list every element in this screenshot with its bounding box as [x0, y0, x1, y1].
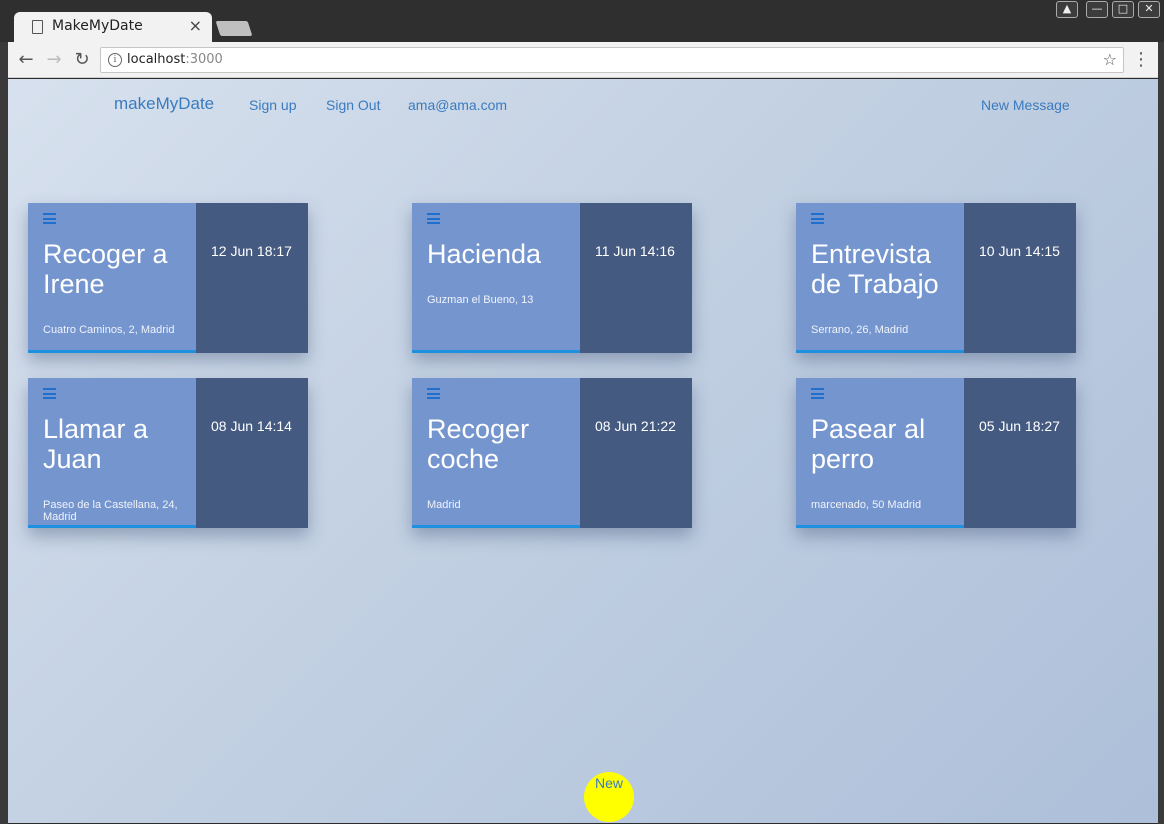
card-title: Recoger coche — [427, 414, 530, 474]
card-side: 12 Jun 18:17 — [196, 203, 308, 353]
card-date: 11 Jun 14:16 — [595, 243, 675, 259]
card-date: 10 Jun 14:15 — [979, 243, 1060, 259]
card-main: Recoger a Irene Cuatro Caminos, 2, Madri… — [28, 203, 196, 353]
bookmark-star-icon[interactable]: ☆ — [1103, 50, 1117, 69]
url-text: localhost:3000 — [127, 52, 223, 67]
address-bar[interactable]: i localhost:3000 ☆ — [100, 47, 1124, 73]
menu-icon[interactable] — [811, 388, 824, 399]
card-date: 08 Jun 14:14 — [211, 418, 292, 434]
card-main: Llamar a Juan Paseo de la Castellana, 24… — [28, 378, 196, 528]
sign-up-link[interactable]: Sign up — [249, 97, 296, 113]
card-accent-bar — [796, 525, 964, 528]
window-border — [1158, 42, 1164, 824]
date-card[interactable]: Pasear al perro marcenado, 50 Madrid 05 … — [796, 378, 1076, 528]
menu-icon[interactable] — [811, 213, 824, 224]
person-icon[interactable]: ▲ — [1056, 1, 1078, 18]
user-email-link[interactable]: ama@ama.com — [408, 97, 507, 113]
date-card[interactable]: Llamar a Juan Paseo de la Castellana, 24… — [28, 378, 308, 528]
info-icon[interactable]: i — [108, 53, 122, 67]
browser-toolbar: ← → ↻ i localhost:3000 ☆ ⋮ — [8, 42, 1158, 78]
card-accent-bar — [796, 350, 964, 353]
menu-icon[interactable] — [43, 213, 56, 224]
menu-icon[interactable] — [427, 388, 440, 399]
card-address: Madrid — [427, 499, 461, 511]
new-message-link[interactable]: New Message — [981, 97, 1070, 113]
forward-icon[interactable]: → — [42, 48, 66, 72]
menu-icon[interactable] — [43, 388, 56, 399]
browser-menu-icon[interactable]: ⋮ — [1132, 48, 1150, 72]
card-date: 05 Jun 18:27 — [979, 418, 1060, 434]
card-side: 10 Jun 14:15 — [964, 203, 1076, 353]
card-main: Hacienda Guzman el Bueno, 13 — [412, 203, 580, 353]
page-icon — [32, 20, 43, 34]
browser-titlebar: MakeMyDate × ▲ — □ ✕ — [0, 0, 1164, 42]
card-title: Entrevista de Trabajo — [811, 239, 939, 299]
new-button-label[interactable]: New — [595, 775, 623, 791]
card-title: Hacienda — [427, 239, 542, 269]
date-card[interactable]: Entrevista de Trabajo Serrano, 26, Madri… — [796, 203, 1076, 353]
card-side: 11 Jun 14:16 — [580, 203, 692, 353]
menu-icon[interactable] — [427, 213, 440, 224]
minimize-icon[interactable]: — — [1086, 1, 1108, 18]
close-icon[interactable]: ✕ — [1138, 1, 1160, 18]
card-address: Serrano, 26, Madrid — [811, 324, 909, 336]
date-card[interactable]: Hacienda Guzman el Bueno, 13 11 Jun 14:1… — [412, 203, 692, 353]
reload-icon[interactable]: ↻ — [70, 48, 94, 72]
card-date: 12 Jun 18:17 — [211, 243, 292, 259]
new-tab-button[interactable] — [215, 21, 253, 36]
card-address: Paseo de la Castellana, 24, Madrid — [43, 499, 178, 523]
date-card[interactable]: Recoger coche Madrid 08 Jun 21:22 — [412, 378, 692, 528]
sign-out-link[interactable]: Sign Out — [326, 97, 380, 113]
card-address: marcenado, 50 Madrid — [811, 499, 922, 511]
card-accent-bar — [28, 350, 196, 353]
date-card[interactable]: Recoger a Irene Cuatro Caminos, 2, Madri… — [28, 203, 308, 353]
card-main: Entrevista de Trabajo Serrano, 26, Madri… — [796, 203, 964, 353]
card-accent-bar — [412, 525, 580, 528]
card-title: Pasear al perro — [811, 414, 926, 474]
tab-close-icon[interactable]: × — [189, 16, 202, 36]
card-main: Recoger coche Madrid — [412, 378, 580, 528]
card-title: Llamar a Juan — [43, 414, 149, 474]
app-navbar: makeMyDate Sign up Sign Out ama@ama.com … — [8, 79, 1158, 131]
card-address: Cuatro Caminos, 2, Madrid — [43, 324, 175, 336]
brand-link[interactable]: makeMyDate — [114, 94, 214, 114]
back-icon[interactable]: ← — [14, 48, 38, 72]
browser-tab[interactable]: MakeMyDate × — [14, 12, 212, 42]
tab-title: MakeMyDate — [52, 18, 143, 34]
desktop-background — [0, 42, 8, 824]
maximize-icon[interactable]: □ — [1112, 1, 1134, 18]
card-address: Guzman el Bueno, 13 — [427, 294, 534, 306]
card-title: Recoger a Irene — [43, 239, 168, 299]
page-viewport: makeMyDate Sign up Sign Out ama@ama.com … — [8, 79, 1158, 823]
card-accent-bar — [412, 350, 580, 353]
card-date: 08 Jun 21:22 — [595, 418, 676, 434]
card-side: 05 Jun 18:27 — [964, 378, 1076, 528]
card-main: Pasear al perro marcenado, 50 Madrid — [796, 378, 964, 528]
card-accent-bar — [28, 525, 196, 528]
card-side: 08 Jun 21:22 — [580, 378, 692, 528]
card-side: 08 Jun 14:14 — [196, 378, 308, 528]
